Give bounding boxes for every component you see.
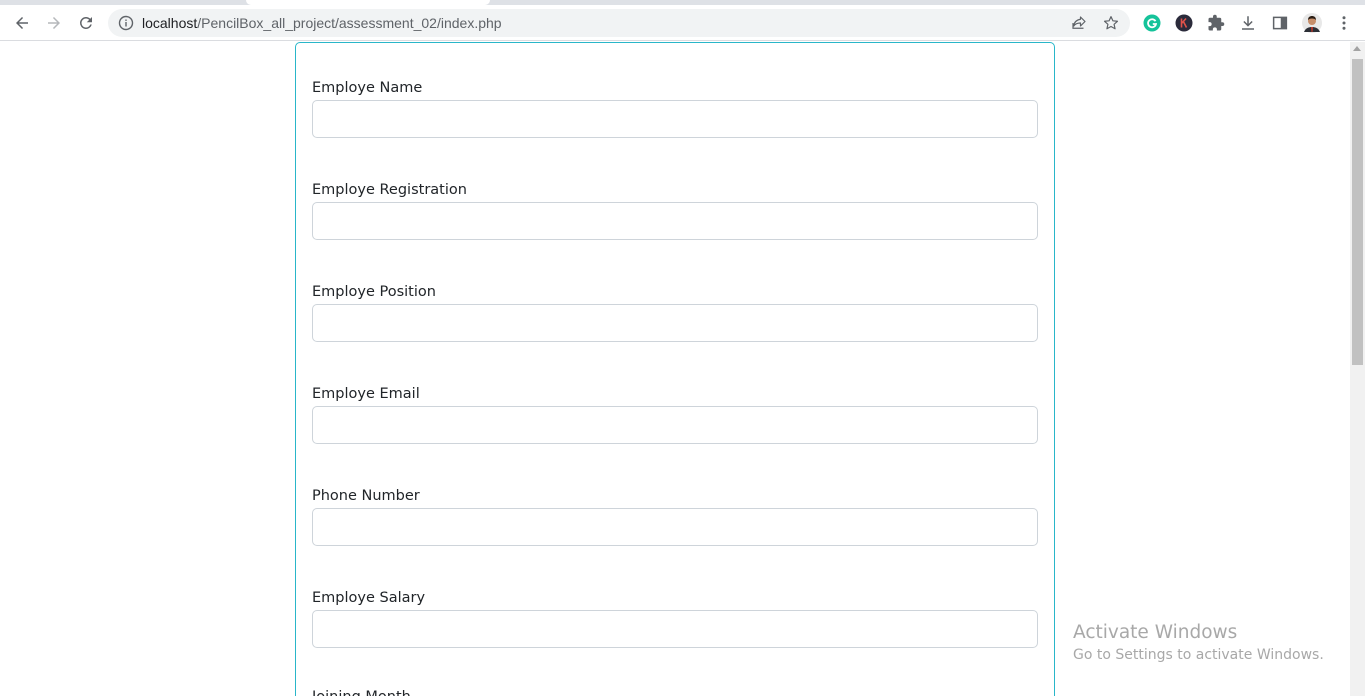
employee-salary-label: Employe Salary [312,590,426,606]
more-menu-icon[interactable] [1335,14,1353,32]
joining-month-field: Joining Month [312,688,1038,696]
profile-avatar[interactable] [1302,13,1322,33]
employee-name-label: Employe Name [312,80,423,96]
employee-registration-field: Employe Registration [312,181,1038,240]
address-bar[interactable]: localhost/PencilBox_all_project/assessme… [108,9,1130,37]
browser-toolbar: localhost/PencilBox_all_project/assessme… [0,5,1365,41]
phone-number-input[interactable] [312,508,1038,546]
joining-month-label: Joining Month [312,688,1038,696]
employee-registration-input[interactable] [312,202,1038,240]
arrow-right-icon [48,17,60,29]
reload-icon [79,16,92,29]
back-button[interactable] [10,11,34,35]
employee-name-input[interactable] [312,100,1038,138]
k-extension-icon[interactable] [1175,14,1193,32]
employee-position-field: Employe Position [312,283,1038,342]
download-icon[interactable] [1239,14,1257,32]
employee-position-input[interactable] [312,304,1038,342]
page-scrollbar[interactable] [1350,42,1365,696]
scroll-up-arrow-icon[interactable] [1353,46,1361,51]
watermark-title: Activate Windows [1073,622,1238,643]
activate-windows-watermark: Activate Windows Go to Settings to activ… [1073,622,1324,665]
forward-button[interactable] [42,11,66,35]
share-icon[interactable] [1070,14,1088,32]
star-icon[interactable] [1102,14,1120,32]
employee-registration-label: Employe Registration [312,182,467,198]
employee-name-field: Employe Name [312,79,1038,138]
employee-form-card: Employe Name Employe Registration Employ… [295,42,1055,696]
employee-position-label: Employe Position [312,284,436,300]
url-path: /PencilBox_all_project/assessment_02/ind… [197,15,502,31]
puzzle-extensions-icon[interactable] [1207,14,1225,32]
grammarly-extension-icon[interactable] [1143,14,1161,32]
employee-salary-input[interactable] [312,610,1038,648]
info-icon[interactable] [118,15,134,31]
arrow-left-icon [16,17,28,29]
page-viewport: Employe Name Employe Registration Employ… [0,42,1350,696]
employee-email-field: Employe Email [312,385,1038,444]
reload-button[interactable] [74,11,98,35]
employee-email-input[interactable] [312,406,1038,444]
watermark-subtitle: Go to Settings to activate Windows. [1073,647,1324,663]
side-panel-icon[interactable] [1271,14,1289,32]
employee-email-label: Employe Email [312,386,420,402]
scrollbar-thumb[interactable] [1352,59,1363,365]
phone-number-label: Phone Number [312,488,420,504]
url-text[interactable]: localhost/PencilBox_all_project/assessme… [142,15,502,31]
phone-number-field: Phone Number [312,487,1038,546]
employee-salary-field: Employe Salary [312,589,1038,648]
url-host: localhost [142,15,198,31]
